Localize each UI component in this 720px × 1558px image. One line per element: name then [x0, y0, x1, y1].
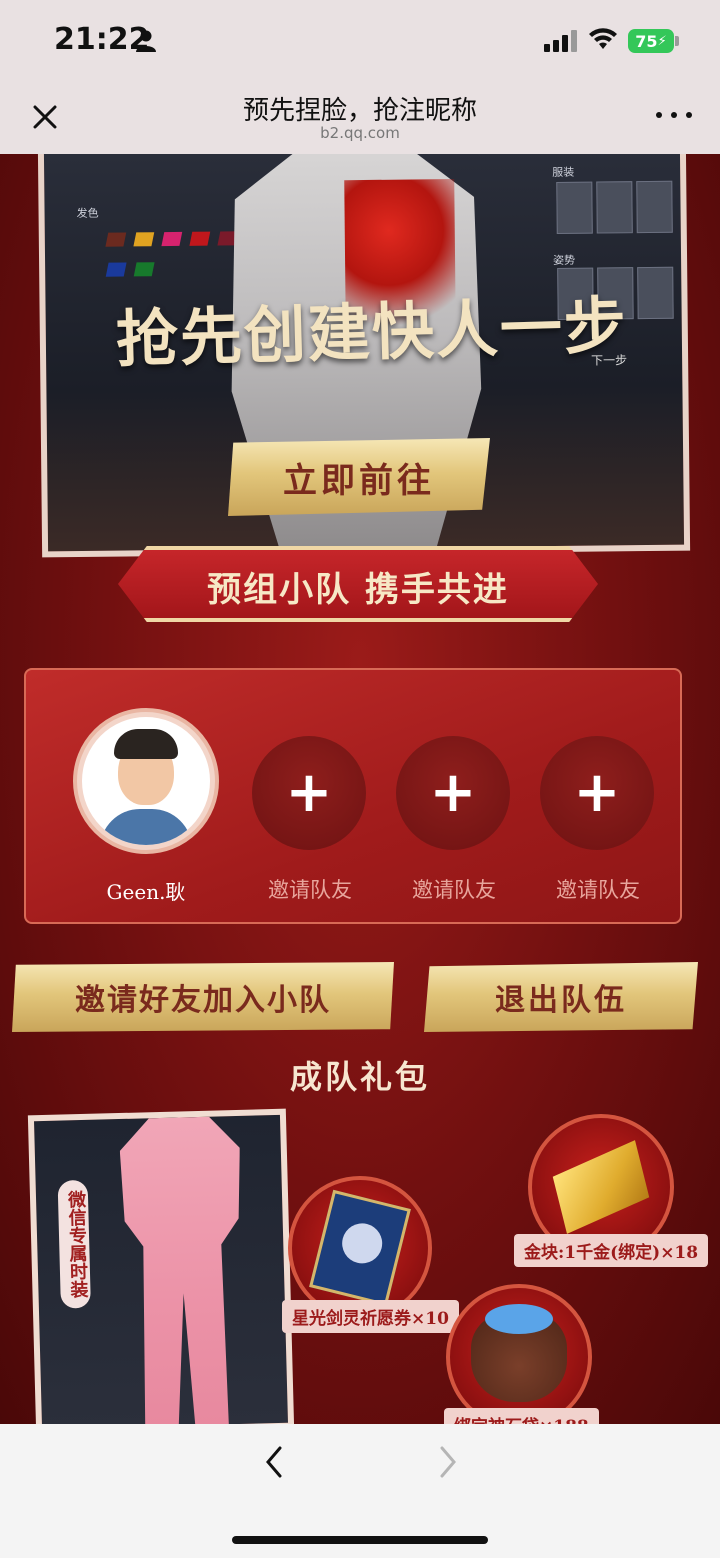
next-step-label: 下一步	[591, 353, 628, 368]
browser-nav-bar: 预先捏脸，抢注昵称 b2.qq.com	[0, 80, 720, 154]
status-bar: 21:22 75 ⚡	[0, 0, 720, 80]
ticket-icon	[309, 1189, 411, 1307]
go-now-button[interactable]: 立即前往	[228, 438, 490, 516]
plus-icon[interactable]: +	[252, 736, 366, 850]
color-swatch[interactable]	[133, 232, 155, 247]
invite-label: 邀请队友	[556, 878, 640, 902]
reward-label: 星光剑灵祈愿券×10	[282, 1300, 459, 1333]
outfit-tag: 微信专属时装	[57, 1179, 91, 1309]
home-indicator[interactable]	[232, 1536, 488, 1544]
battery-level: 75	[635, 31, 658, 51]
outfit-thumb[interactable]	[556, 181, 593, 234]
browser-bottom-bar	[0, 1424, 720, 1558]
event-page: 发色 服装 姿势 抢先创建快人一步 下一步 立即前往 预组小队 携手共进 Gee…	[0, 154, 720, 1424]
plus-icon[interactable]: +	[396, 736, 510, 850]
battery-indicator: 75 ⚡	[628, 29, 674, 53]
invite-friends-button[interactable]: 邀请好友加入小队	[12, 962, 394, 1032]
reward-item-gold: 金块:1千金(绑定)×18	[514, 1114, 709, 1267]
invite-label: 邀请队友	[412, 878, 496, 902]
pink-outfit-image	[104, 1116, 262, 1424]
reward-label: 绑定神石袋×188	[444, 1408, 599, 1424]
invite-slot-1[interactable]: + 邀请队友	[252, 736, 368, 904]
team-panel: Geen.耿 + 邀请队友 + 邀请队友 + 邀请队友	[24, 668, 682, 924]
back-arrow-icon[interactable]	[260, 1442, 290, 1482]
pose-thumb[interactable]	[637, 266, 674, 320]
leave-team-button[interactable]: 退出队伍	[424, 962, 698, 1032]
more-icon[interactable]	[656, 112, 692, 122]
team-banner: 预组小队 携手共进	[118, 546, 598, 622]
invite-slot-2[interactable]: + 邀请队友	[396, 736, 512, 904]
reward-circle	[288, 1176, 432, 1320]
invite-label: 邀请队友	[268, 878, 352, 902]
team-banner-text: 预组小队 携手共进	[207, 570, 509, 610]
signal-icon	[544, 30, 578, 52]
plus-icon[interactable]: +	[540, 736, 654, 850]
reward-item-ticket: 星光剑灵祈愿券×10	[282, 1176, 459, 1333]
outfit-thumb[interactable]	[596, 181, 633, 234]
leader-name: Geen.耿	[106, 880, 186, 904]
reward-label: 金块:1千金(绑定)×18	[514, 1234, 709, 1267]
invite-slot-3[interactable]: + 邀请队友	[540, 736, 656, 904]
team-leader: Geen.耿	[73, 708, 219, 905]
avatar	[82, 717, 210, 845]
battery-tip	[675, 36, 679, 46]
reward-item-stones: 绑定神石袋×188	[444, 1284, 599, 1424]
avatar-frame	[73, 708, 219, 854]
pose-label: 姿势	[553, 253, 576, 268]
page-domain: b2.qq.com	[320, 124, 400, 142]
hair-color-swatches	[66, 182, 239, 277]
outfit-thumb[interactable]	[636, 180, 673, 234]
reward-circle	[446, 1284, 592, 1424]
forward-arrow-icon[interactable]	[432, 1442, 462, 1482]
gold-bar-icon	[552, 1140, 650, 1234]
page-title: 预先捏脸，抢注昵称	[242, 96, 477, 126]
color-swatch[interactable]	[189, 231, 211, 246]
gift-pack-title: 成队礼包	[289, 1058, 430, 1096]
stone-bag-icon	[471, 1304, 567, 1402]
outfit-label: 服装	[552, 165, 575, 180]
color-swatch[interactable]	[161, 231, 183, 247]
hero-slogan: 抢先创建快人一步	[114, 288, 629, 377]
wifi-icon	[589, 28, 617, 49]
color-swatch[interactable]	[133, 262, 155, 277]
color-swatch[interactable]	[105, 232, 127, 247]
color-swatch[interactable]	[105, 262, 127, 277]
person-icon	[136, 30, 156, 52]
outfit-reward-card: 微信专属时装	[27, 1108, 295, 1424]
hair-color-label: 发色	[76, 206, 99, 221]
